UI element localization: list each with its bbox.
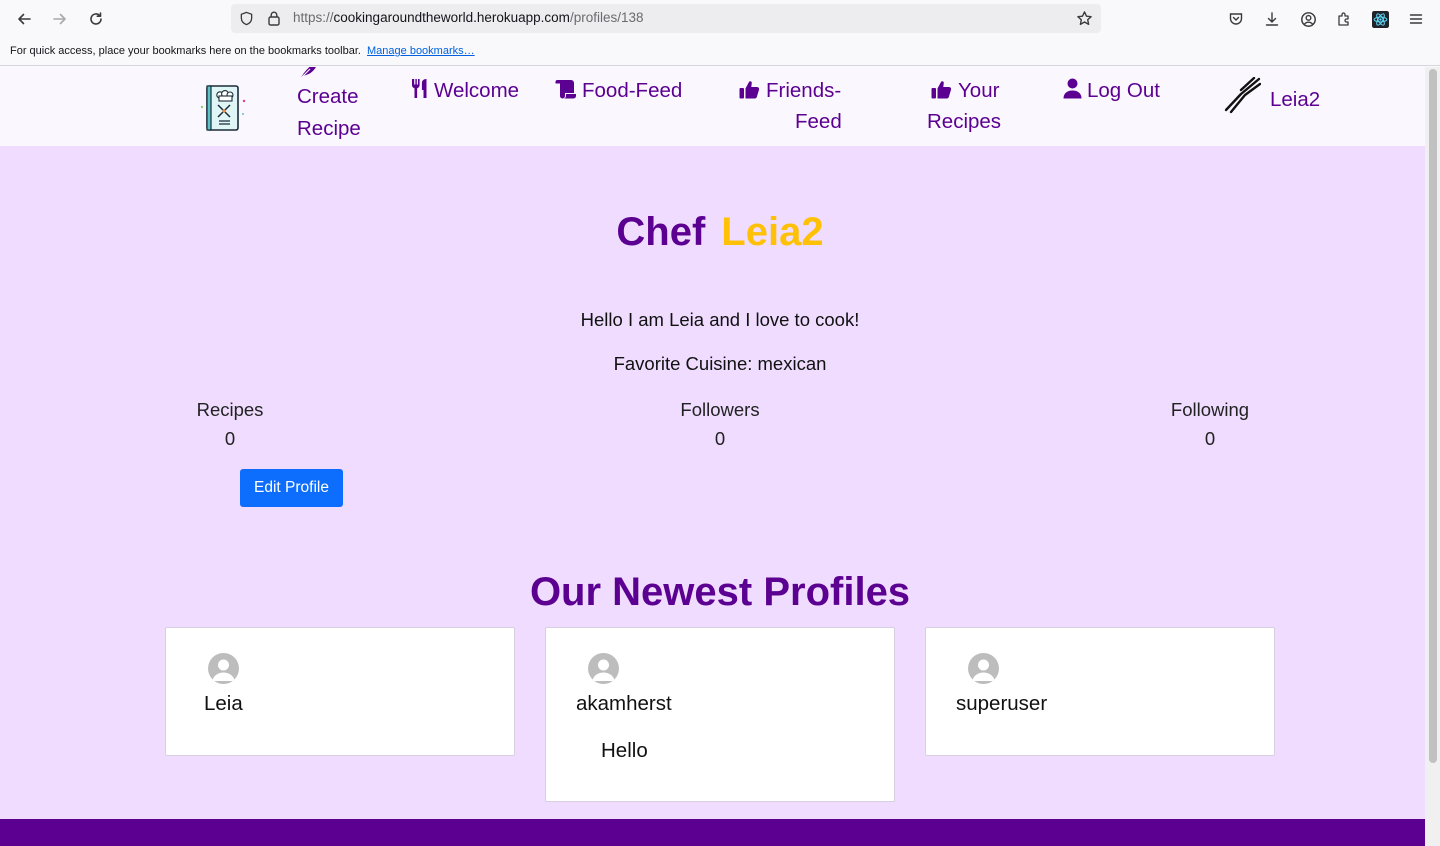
reload-icon [90, 12, 102, 25]
nav-friends-label-2: Feed [795, 110, 842, 133]
site-footer [0, 819, 1425, 846]
newest-profiles-title: Our Newest Profiles [529, 570, 911, 614]
pocket-icon [1229, 13, 1243, 25]
nav-welcome[interactable]: Welcome [410, 75, 519, 106]
stat-following: Following 0 [1110, 395, 1310, 453]
thumbs-up-icon [931, 81, 952, 99]
react-icon [1371, 10, 1389, 28]
profile-card[interactable]: akamherst Hello [545, 627, 895, 802]
address-bar[interactable]: https://cookingaroundtheworld.herokuapp.… [231, 4, 1101, 33]
stat-followers-label: Followers [680, 399, 760, 420]
nav-your-label-2: Recipes [927, 110, 1002, 133]
profile-card[interactable]: superuser [925, 627, 1275, 756]
cookbook-logo-icon [200, 85, 246, 131]
page-title: Chef Leia2 [0, 210, 1425, 255]
feather-icon [299, 67, 316, 80]
url-path: /profiles/138 [569, 10, 644, 25]
back-arrow-icon [18, 13, 31, 25]
stat-followers: Followers 0 [620, 395, 820, 453]
bookmarks-hint: For quick access, place your bookmarks h… [10, 45, 475, 57]
profile-card-bio: Hello [601, 739, 648, 762]
reload-button[interactable] [82, 5, 110, 33]
stat-followers-value: 0 [714, 428, 726, 449]
stat-recipes: Recipes 0 [130, 395, 330, 453]
default-avatar-icon [212, 659, 235, 681]
site-logo[interactable] [199, 81, 247, 133]
shield-icon [240, 11, 253, 26]
nav-username-label: Leia2 [1270, 88, 1321, 111]
back-button[interactable] [10, 5, 38, 33]
profile-bio: Hello I am Leia and I love to cook! [580, 309, 860, 330]
bookmarks-toolbar: For quick access, place your bookmarks h… [0, 38, 1440, 66]
stat-following-label: Following [1170, 399, 1250, 420]
nav-create-label-1: Create [297, 85, 359, 108]
nav-food-feed[interactable]: Food-Feed [554, 75, 682, 106]
url-domain: cookingaroundtheworld.herokuapp.com [333, 10, 570, 25]
forward-arrow-icon [53, 13, 66, 25]
nav-welcome-label: Welcome [434, 79, 520, 102]
chef-tongs-icon [1224, 76, 1262, 114]
manage-bookmarks-link[interactable]: Manage bookmarks… [367, 45, 475, 57]
chef-name: Leia2 [721, 210, 824, 254]
stat-recipes-label: Recipes [196, 399, 264, 420]
default-avatar-icon [972, 659, 995, 681]
profile-card[interactable]: Leia [165, 627, 515, 756]
avatar [588, 653, 619, 684]
nav-create-recipe[interactable]: Create Recipe [297, 67, 361, 144]
account-button[interactable] [1294, 5, 1322, 33]
bookmark-star-icon[interactable] [1076, 10, 1093, 27]
lock-icon [268, 11, 280, 26]
pocket-button[interactable] [1222, 5, 1250, 33]
scrollbar-thumb[interactable] [1429, 69, 1437, 763]
browser-toolbar: https://cookingaroundtheworld.herokuapp.… [0, 0, 1440, 38]
nav-log-out[interactable]: Log Out [1063, 75, 1160, 106]
puzzle-icon [1338, 12, 1349, 26]
stat-following-value: 0 [1204, 428, 1216, 449]
nav-your-label-1: Your [958, 79, 1000, 102]
avatar [968, 653, 999, 684]
profile-card-name[interactable]: superuser [956, 692, 1047, 716]
nav-create-label-2: Recipe [297, 117, 361, 140]
default-avatar-icon [592, 659, 615, 681]
page-viewport: Create Recipe Welcome Food-Feed Friends-… [0, 67, 1425, 846]
downloads-button[interactable] [1258, 5, 1286, 33]
bookmarks-hint-text: For quick access, place your bookmarks h… [10, 45, 361, 57]
react-devtools-button[interactable] [1366, 5, 1394, 33]
edit-profile-button[interactable]: Edit Profile [240, 469, 343, 507]
extensions-button[interactable] [1330, 5, 1358, 33]
url-text[interactable]: https://cookingaroundtheworld.herokuapp.… [293, 10, 643, 25]
nav-friends-feed[interactable]: Friends- Feed [739, 75, 842, 137]
account-icon [1300, 11, 1316, 27]
download-icon [1265, 12, 1279, 26]
profile-cuisine: Favorite Cuisine: mexican [613, 353, 827, 374]
user-icon [1063, 78, 1082, 99]
nav-food-feed-label: Food-Feed [582, 79, 683, 102]
profile-card-name[interactable]: akamherst [576, 692, 672, 716]
profile-card-name[interactable]: Leia [204, 692, 243, 716]
stat-recipes-value: 0 [224, 428, 236, 449]
utensils-icon [412, 79, 427, 98]
hamburger-menu-icon [1409, 14, 1423, 24]
thumbs-up-icon [739, 81, 760, 99]
site-navbar: Create Recipe Welcome Food-Feed Friends-… [0, 67, 1425, 146]
avatar [208, 653, 239, 684]
menu-button[interactable] [1402, 5, 1430, 33]
page-scrollbar[interactable] [1425, 67, 1440, 846]
nav-your-recipes[interactable]: Your Recipes [927, 75, 1001, 137]
forward-button[interactable] [46, 5, 74, 33]
nav-log-out-label: Log Out [1087, 79, 1160, 102]
scroll-icon [555, 80, 576, 99]
url-prefix: https:// [293, 10, 334, 25]
chef-title-prefix: Chef [616, 210, 706, 254]
nav-friends-label-1: Friends- [766, 79, 842, 102]
nav-user-profile[interactable]: Leia2 [1224, 76, 1321, 115]
